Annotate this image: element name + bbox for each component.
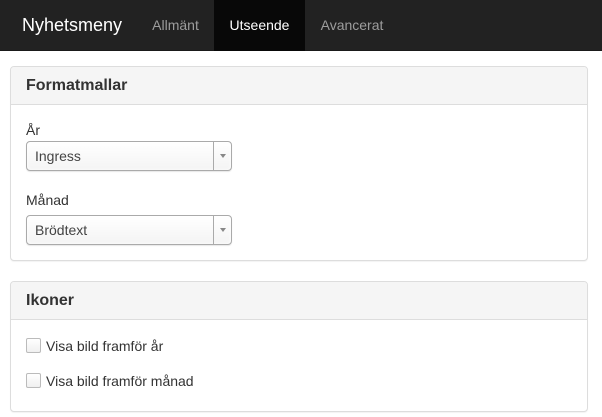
icons-panel: Ikoner Visa bild framför år Visa bild fr… — [10, 281, 588, 412]
navbar: Nyhetsmeny Allmänt Utseende Avancerat — [0, 0, 602, 51]
show-image-before-month-checkbox[interactable] — [26, 373, 41, 388]
month-label: Månad — [26, 192, 69, 208]
show-image-before-year-label[interactable]: Visa bild framför år — [46, 337, 163, 355]
year-select[interactable]: Ingress — [26, 141, 232, 171]
tab-general[interactable]: Allmänt — [138, 0, 213, 51]
icons-panel-title: Ikoner — [11, 282, 587, 320]
show-image-before-month-label[interactable]: Visa bild framför månad — [46, 372, 194, 390]
chevron-down-icon[interactable] — [213, 142, 231, 170]
month-select[interactable]: Brödtext — [26, 215, 232, 245]
tab-advanced[interactable]: Avancerat — [305, 0, 399, 51]
year-label: År — [26, 122, 40, 138]
formats-panel: Formatmallar År Ingress Månad Brödtext — [10, 66, 588, 261]
formats-panel-title: Formatmallar — [11, 67, 587, 105]
tab-appearance[interactable]: Utseende — [214, 0, 305, 51]
chevron-down-icon[interactable] — [213, 216, 231, 244]
year-select-value: Ingress — [35, 148, 81, 164]
navbar-brand[interactable]: Nyhetsmeny — [22, 0, 122, 51]
show-image-before-year-checkbox[interactable] — [26, 338, 41, 353]
month-select-value: Brödtext — [35, 222, 88, 238]
